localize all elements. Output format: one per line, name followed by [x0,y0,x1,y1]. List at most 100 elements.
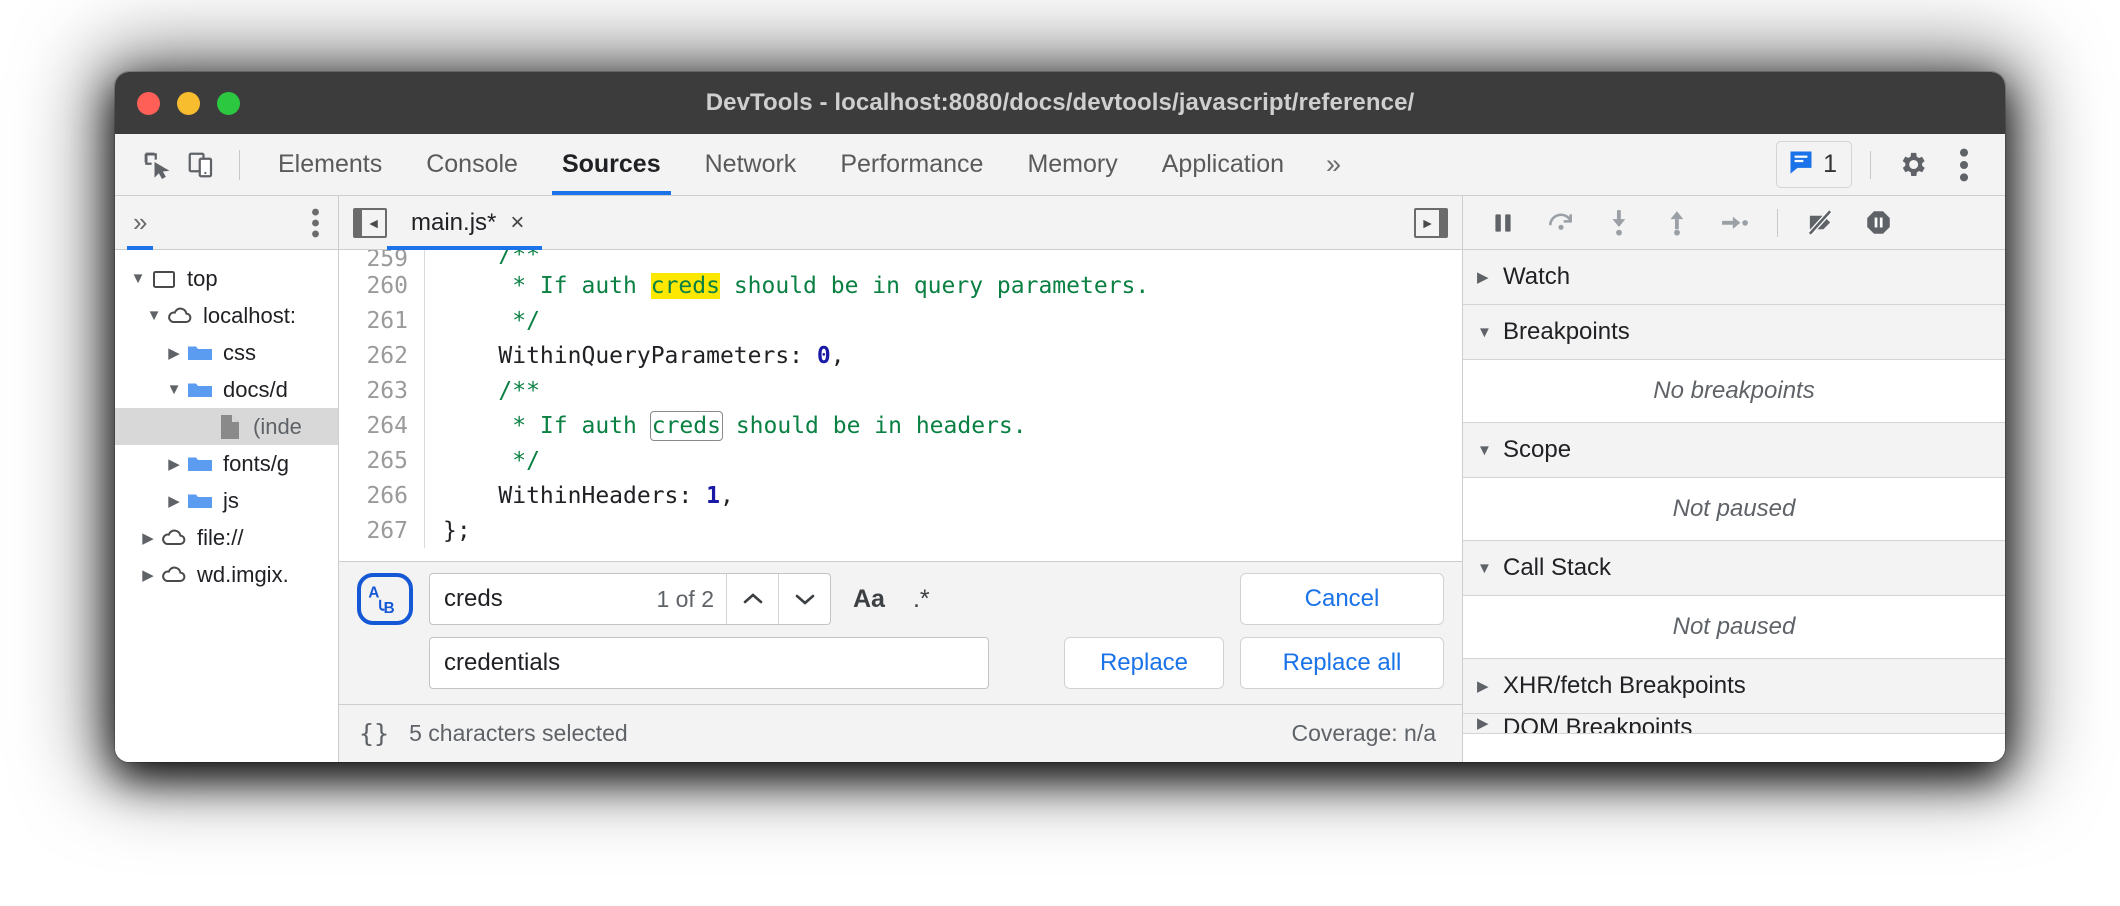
navigator-pane: » top [115,196,339,762]
twisty-open-icon[interactable]: ▼ [1477,324,1503,341]
section-label: XHR/fetch Breakpoints [1503,672,1746,700]
replace-all-button[interactable]: Replace all [1240,637,1444,689]
tree-item-index[interactable]: (inde [115,408,338,445]
show-debugger-icon[interactable]: ► [1414,208,1448,238]
tree-item-fonts[interactable]: fonts/g [115,445,338,482]
tree-item-label: js [223,488,239,514]
section-header-xhr-fetch-breakpoints[interactable]: ▶ XHR/fetch Breakpoints [1463,659,2005,714]
pause-script-execution-icon[interactable] [1479,201,1527,245]
match-case-button[interactable]: Aa [847,585,891,614]
line-content: /** [425,250,540,268]
tab-application[interactable]: Application [1140,134,1306,195]
cloud-icon [159,528,189,548]
device-toolbar-icon[interactable] [179,143,223,187]
step-icon[interactable] [1711,201,1759,245]
section-label: Scope [1503,436,1571,464]
code-text: WithinHeaders: [443,483,706,509]
twisty-open-icon[interactable] [143,307,165,324]
section-header-dom-breakpoints[interactable]: ▶ DOM Breakpoints [1463,714,2005,734]
match-count-label: 1 of 2 [656,586,726,613]
folder-icon [185,343,215,363]
step-out-of-current-function-icon[interactable] [1653,201,1701,245]
step-over-next-function-call-icon[interactable] [1537,201,1585,245]
main-menu-kebab-icon[interactable] [1941,142,1987,188]
cloud-icon [159,565,189,585]
section-header-watch[interactable]: ▶ Watch [1463,250,2005,305]
section-header-call-stack[interactable]: ▼ Call Stack [1463,541,2005,596]
tree-item-label: file:// [197,525,243,551]
cancel-button[interactable]: Cancel [1240,573,1444,625]
code-line: 266 WithinHeaders: 1, [339,478,1462,513]
twisty-open-icon[interactable]: ▼ [1477,560,1503,577]
find-next-button[interactable] [778,574,830,624]
navigator-expand-icon[interactable]: » [127,196,153,249]
more-tabs-icon[interactable]: » [1306,149,1361,180]
step-into-next-function-call-icon[interactable] [1595,201,1643,245]
twisty-closed-icon[interactable]: ▶ [1477,677,1503,695]
tree-item-js[interactable]: js [115,482,338,519]
regex-button[interactable]: .* [907,585,936,614]
twisty-closed-icon[interactable] [163,344,185,362]
twisty-open-icon[interactable]: ▼ [1477,442,1503,459]
folder-icon [185,454,215,474]
section-header-breakpoints[interactable]: ▼ Breakpoints [1463,305,2005,360]
code-editor[interactable]: 259 /** 260 * If auth creds should be in… [339,250,1462,561]
scope-empty-message: Not paused [1463,478,2005,541]
code-line: 264 * If auth creds should be in headers… [339,408,1462,443]
replace-button[interactable]: Replace [1064,637,1224,689]
replace-row: credentials Replace Replace all [357,636,1444,690]
tab-sources[interactable]: Sources [540,134,683,195]
tab-console[interactable]: Console [404,134,540,195]
find-previous-button[interactable] [726,574,778,624]
editor-tabbar: ◄ main.js* × ► [339,196,1462,250]
twisty-closed-icon[interactable]: ▶ [1477,268,1503,286]
twisty-closed-icon[interactable] [163,455,185,473]
tree-item-css[interactable]: css [115,334,338,371]
tab-memory[interactable]: Memory [1005,134,1139,195]
tab-network[interactable]: Network [683,134,819,195]
close-icon[interactable]: × [510,209,524,237]
code-line: 262 WithinQueryParameters: 0, [339,338,1462,373]
deactivate-breakpoints-icon[interactable] [1796,201,1844,245]
twisty-closed-icon[interactable] [137,566,159,584]
console-message-badge[interactable]: 1 [1776,141,1852,188]
code-line: 260 * If auth creds should be in query p… [339,268,1462,303]
find-input-wrapper[interactable]: creds 1 of 2 [429,573,831,625]
tab-performance[interactable]: Performance [818,134,1005,195]
section-header-scope[interactable]: ▼ Scope [1463,423,2005,478]
line-number: 265 [339,443,425,478]
search-input[interactable]: creds [444,585,656,613]
tree-item-wd-imgix[interactable]: wd.imgix. [115,556,338,593]
editor-status-bar: {} 5 characters selected Coverage: n/a [339,704,1462,762]
code-comment: * If auth [443,273,651,299]
navigator-menu-kebab-icon[interactable] [307,208,324,238]
line-content: * If auth creds should be in headers. [425,413,1027,439]
tree-item-docs[interactable]: docs/d [115,371,338,408]
tree-item-label: docs/d [223,377,294,403]
section-label: Watch [1503,263,1570,291]
twisty-closed-icon[interactable] [137,529,159,547]
tree-item-top[interactable]: top [115,260,338,297]
a-to-b-replace-icon[interactable]: A B [357,573,413,625]
twisty-open-icon[interactable] [127,270,149,287]
replace-input[interactable]: credentials [429,637,989,689]
twisty-closed-icon[interactable]: ▶ [1477,714,1503,732]
gear-icon[interactable] [1889,142,1935,188]
tree-item-label: top [187,266,218,292]
line-number: 267 [339,513,425,548]
tree-item-localhost[interactable]: localhost: [115,297,338,334]
editor-tab-main-js[interactable]: main.js* × [387,196,542,249]
tab-elements[interactable]: Elements [256,134,404,195]
code-line: 261 */ [339,303,1462,338]
code-text: WithinQueryParameters: [443,343,817,369]
find-row: A B creds 1 of 2 [357,572,1444,626]
folder-icon [185,491,215,511]
pause-on-exceptions-icon[interactable] [1854,201,1902,245]
pretty-print-icon[interactable]: {} [359,719,389,748]
inspect-element-icon[interactable] [135,143,179,187]
twisty-closed-icon[interactable] [163,492,185,510]
file-tree: top localhost: [115,250,338,593]
show-navigator-icon[interactable]: ◄ [353,208,387,238]
twisty-open-icon[interactable] [163,381,185,398]
tree-item-file-protocol[interactable]: file:// [115,519,338,556]
